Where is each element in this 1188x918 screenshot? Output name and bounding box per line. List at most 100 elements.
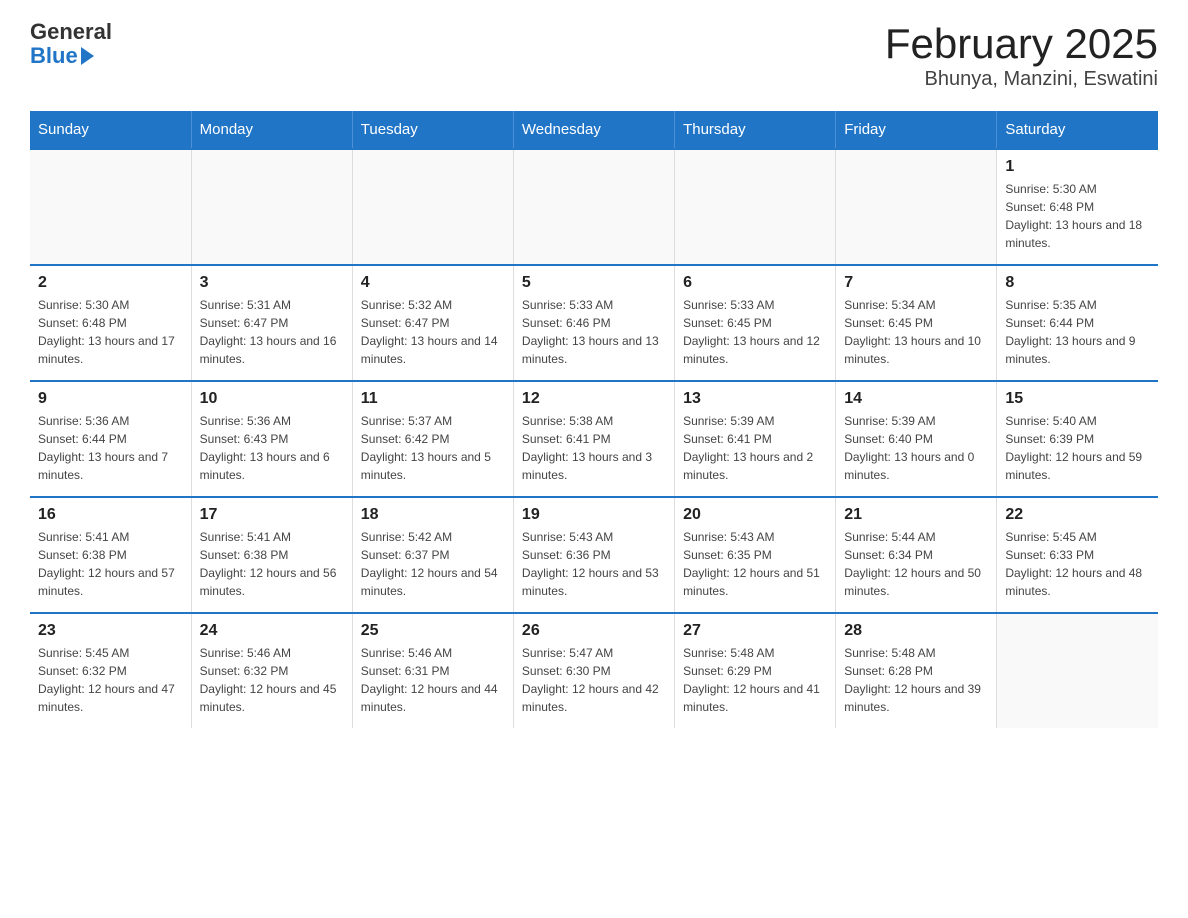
day-info: Sunrise: 5:39 AMSunset: 6:41 PMDaylight:… bbox=[683, 412, 827, 484]
calendar-day-cell: 21 Sunrise: 5:44 AMSunset: 6:34 PMDayligh… bbox=[836, 497, 997, 613]
calendar-day-cell: 11Sunrise: 5:37 AMSunset: 6:42 PMDayligh… bbox=[352, 381, 513, 497]
day-number: 23 bbox=[38, 622, 183, 640]
calendar-day-cell: 27 Sunrise: 5:48 AMSunset: 6:29 PMDayligh… bbox=[675, 613, 836, 728]
calendar-day-cell bbox=[30, 149, 191, 265]
day-of-week-header: Wednesday bbox=[513, 111, 674, 149]
calendar-week-row: 23 Sunrise: 5:45 AMSunset: 6:32 PMDayligh… bbox=[30, 613, 1158, 728]
day-number: 6 bbox=[683, 274, 827, 292]
day-info: Sunrise: 5:33 AMSunset: 6:46 PMDaylight:… bbox=[522, 296, 666, 368]
day-info: Sunrise: 5:35 AMSunset: 6:44 PMDaylight:… bbox=[1005, 296, 1150, 368]
day-number: 28 bbox=[844, 622, 988, 640]
calendar-day-cell: 4 Sunrise: 5:32 AMSunset: 6:47 PMDaylight… bbox=[352, 265, 513, 381]
logo-arrow-icon bbox=[81, 47, 94, 65]
day-info: Sunrise: 5:44 AMSunset: 6:34 PMDaylight:… bbox=[844, 528, 988, 600]
day-info: Sunrise: 5:37 AMSunset: 6:42 PMDaylight:… bbox=[361, 412, 505, 484]
day-info: Sunrise: 5:48 AMSunset: 6:28 PMDaylight:… bbox=[844, 644, 988, 716]
calendar-day-cell bbox=[836, 149, 997, 265]
calendar-day-cell: 14 Sunrise: 5:39 AMSunset: 6:40 PMDayligh… bbox=[836, 381, 997, 497]
day-info: Sunrise: 5:31 AMSunset: 6:47 PMDaylight:… bbox=[200, 296, 344, 368]
logo: General Blue bbox=[30, 20, 112, 68]
calendar-day-cell: 20 Sunrise: 5:43 AMSunset: 6:35 PMDayligh… bbox=[675, 497, 836, 613]
calendar-title: February 2025 bbox=[885, 20, 1158, 68]
day-number: 5 bbox=[522, 274, 666, 292]
day-info: Sunrise: 5:32 AMSunset: 6:47 PMDaylight:… bbox=[361, 296, 505, 368]
day-info: Sunrise: 5:36 AMSunset: 6:44 PMDaylight:… bbox=[38, 412, 183, 484]
day-number: 9 bbox=[38, 390, 183, 408]
calendar-day-cell bbox=[191, 149, 352, 265]
calendar-day-cell: 10Sunrise: 5:36 AMSunset: 6:43 PMDayligh… bbox=[191, 381, 352, 497]
calendar-day-cell: 1 Sunrise: 5:30 AMSunset: 6:48 PMDaylight… bbox=[997, 149, 1158, 265]
day-number: 13 bbox=[683, 390, 827, 408]
day-number: 14 bbox=[844, 390, 988, 408]
calendar-day-cell: 6 Sunrise: 5:33 AMSunset: 6:45 PMDaylight… bbox=[675, 265, 836, 381]
title-block: February 2025 Bhunya, Manzini, Eswatini bbox=[885, 20, 1158, 91]
day-info: Sunrise: 5:45 AMSunset: 6:32 PMDaylight:… bbox=[38, 644, 183, 716]
calendar-day-cell: 12 Sunrise: 5:38 AMSunset: 6:41 PMDayligh… bbox=[513, 381, 674, 497]
calendar-day-cell bbox=[997, 613, 1158, 728]
day-number: 1 bbox=[1005, 158, 1150, 176]
calendar-day-cell: 8 Sunrise: 5:35 AMSunset: 6:44 PMDaylight… bbox=[997, 265, 1158, 381]
calendar-day-cell bbox=[675, 149, 836, 265]
calendar-day-cell: 13 Sunrise: 5:39 AMSunset: 6:41 PMDayligh… bbox=[675, 381, 836, 497]
day-of-week-header: Tuesday bbox=[352, 111, 513, 149]
day-info: Sunrise: 5:30 AMSunset: 6:48 PMDaylight:… bbox=[38, 296, 183, 368]
day-number: 18 bbox=[361, 506, 505, 524]
day-of-week-header: Saturday bbox=[997, 111, 1158, 149]
calendar-week-row: 9 Sunrise: 5:36 AMSunset: 6:44 PMDaylight… bbox=[30, 381, 1158, 497]
day-number: 24 bbox=[200, 622, 344, 640]
day-number: 26 bbox=[522, 622, 666, 640]
day-info: Sunrise: 5:48 AMSunset: 6:29 PMDaylight:… bbox=[683, 644, 827, 716]
calendar-week-row: 1 Sunrise: 5:30 AMSunset: 6:48 PMDaylight… bbox=[30, 149, 1158, 265]
day-info: Sunrise: 5:46 AMSunset: 6:31 PMDaylight:… bbox=[361, 644, 505, 716]
day-number: 21 bbox=[844, 506, 988, 524]
day-info: Sunrise: 5:45 AMSunset: 6:33 PMDaylight:… bbox=[1005, 528, 1150, 600]
day-of-week-header: Thursday bbox=[675, 111, 836, 149]
calendar-day-cell: 19Sunrise: 5:43 AMSunset: 6:36 PMDayligh… bbox=[513, 497, 674, 613]
day-number: 8 bbox=[1005, 274, 1150, 292]
day-info: Sunrise: 5:33 AMSunset: 6:45 PMDaylight:… bbox=[683, 296, 827, 368]
calendar-day-cell: 22 Sunrise: 5:45 AMSunset: 6:33 PMDayligh… bbox=[997, 497, 1158, 613]
day-number: 22 bbox=[1005, 506, 1150, 524]
logo-general: General bbox=[30, 20, 112, 44]
calendar-day-cell: 24 Sunrise: 5:46 AMSunset: 6:32 PMDayligh… bbox=[191, 613, 352, 728]
logo-blue: Blue bbox=[30, 44, 112, 68]
calendar-day-cell: 9 Sunrise: 5:36 AMSunset: 6:44 PMDaylight… bbox=[30, 381, 191, 497]
calendar-day-cell: 5 Sunrise: 5:33 AMSunset: 6:46 PMDaylight… bbox=[513, 265, 674, 381]
calendar-table: SundayMondayTuesdayWednesdayThursdayFrid… bbox=[30, 111, 1158, 728]
day-info: Sunrise: 5:46 AMSunset: 6:32 PMDaylight:… bbox=[200, 644, 344, 716]
calendar-day-cell: 26 Sunrise: 5:47 AMSunset: 6:30 PMDayligh… bbox=[513, 613, 674, 728]
day-number: 25 bbox=[361, 622, 505, 640]
calendar-day-cell: 3Sunrise: 5:31 AMSunset: 6:47 PMDaylight… bbox=[191, 265, 352, 381]
calendar-day-cell: 25 Sunrise: 5:46 AMSunset: 6:31 PMDayligh… bbox=[352, 613, 513, 728]
calendar-day-cell: 16Sunrise: 5:41 AMSunset: 6:38 PMDayligh… bbox=[30, 497, 191, 613]
day-info: Sunrise: 5:47 AMSunset: 6:30 PMDaylight:… bbox=[522, 644, 666, 716]
day-info: Sunrise: 5:30 AMSunset: 6:48 PMDaylight:… bbox=[1005, 180, 1150, 252]
day-of-week-header: Sunday bbox=[30, 111, 191, 149]
day-number: 15 bbox=[1005, 390, 1150, 408]
calendar-day-cell: 2 Sunrise: 5:30 AMSunset: 6:48 PMDaylight… bbox=[30, 265, 191, 381]
day-info: Sunrise: 5:39 AMSunset: 6:40 PMDaylight:… bbox=[844, 412, 988, 484]
day-info: Sunrise: 5:34 AMSunset: 6:45 PMDaylight:… bbox=[844, 296, 988, 368]
calendar-day-cell: 28 Sunrise: 5:48 AMSunset: 6:28 PMDayligh… bbox=[836, 613, 997, 728]
calendar-day-cell: 15 Sunrise: 5:40 AMSunset: 6:39 PMDayligh… bbox=[997, 381, 1158, 497]
calendar-day-cell bbox=[352, 149, 513, 265]
calendar-day-cell bbox=[513, 149, 674, 265]
day-number: 27 bbox=[683, 622, 827, 640]
day-number: 17 bbox=[200, 506, 344, 524]
calendar-week-row: 16Sunrise: 5:41 AMSunset: 6:38 PMDayligh… bbox=[30, 497, 1158, 613]
page-header: General Blue February 2025 Bhunya, Manzi… bbox=[30, 20, 1158, 91]
day-info: Sunrise: 5:40 AMSunset: 6:39 PMDaylight:… bbox=[1005, 412, 1150, 484]
day-of-week-header: Friday bbox=[836, 111, 997, 149]
day-number: 16 bbox=[38, 506, 183, 524]
calendar-day-cell: 23 Sunrise: 5:45 AMSunset: 6:32 PMDayligh… bbox=[30, 613, 191, 728]
day-number: 2 bbox=[38, 274, 183, 292]
day-info: Sunrise: 5:38 AMSunset: 6:41 PMDaylight:… bbox=[522, 412, 666, 484]
day-info: Sunrise: 5:43 AMSunset: 6:36 PMDaylight:… bbox=[522, 528, 666, 600]
day-number: 20 bbox=[683, 506, 827, 524]
day-of-week-header: Monday bbox=[191, 111, 352, 149]
day-number: 4 bbox=[361, 274, 505, 292]
day-info: Sunrise: 5:42 AMSunset: 6:37 PMDaylight:… bbox=[361, 528, 505, 600]
calendar-day-cell: 18 Sunrise: 5:42 AMSunset: 6:37 PMDayligh… bbox=[352, 497, 513, 613]
day-number: 12 bbox=[522, 390, 666, 408]
day-info: Sunrise: 5:43 AMSunset: 6:35 PMDaylight:… bbox=[683, 528, 827, 600]
